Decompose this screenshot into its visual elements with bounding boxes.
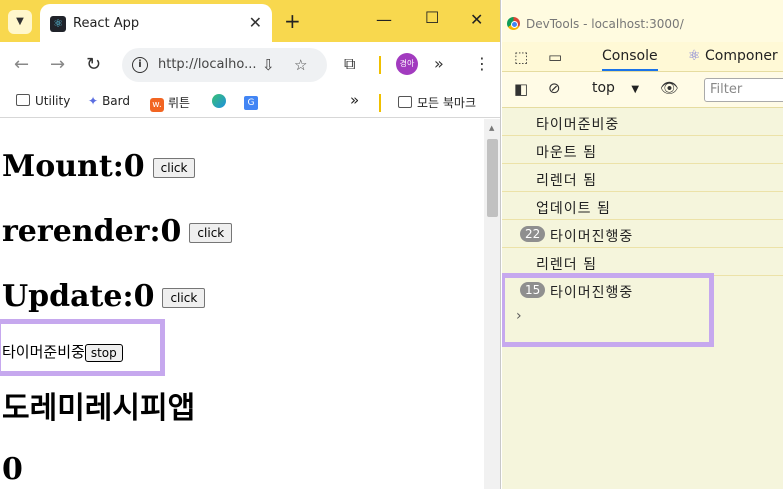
- log-text: 업데이트 됨: [536, 201, 611, 217]
- folder-icon: [398, 96, 412, 108]
- browser-window: ▼ ⚛ React App ✕ + — ☐ ✕ ← → ↻ i http://l…: [0, 0, 501, 489]
- bookmark-label: Utility: [35, 94, 71, 108]
- address-bar[interactable]: i http://localho... ⇩ ☆: [122, 48, 327, 82]
- devtools-window: DevTools - localhost:3000/ ⬚ ▭ Console ⚛…: [502, 0, 783, 489]
- devtools-tab-bar: ⬚ ▭ Console ⚛ Componer: [502, 42, 783, 72]
- translate-icon: G: [244, 96, 258, 110]
- scrollbar-thumb[interactable]: [487, 139, 498, 217]
- edge-icon: [212, 94, 226, 108]
- forward-button[interactable]: →: [50, 54, 65, 75]
- bookmark-all[interactable]: 모든 북마크: [398, 94, 476, 111]
- context-label: top: [592, 80, 615, 96]
- log-message: 업데이트 됨: [502, 192, 783, 220]
- site-info-icon[interactable]: i: [132, 57, 148, 73]
- log-message: 리렌더 됨: [502, 248, 783, 276]
- update-click-button[interactable]: click: [162, 288, 206, 308]
- rerender-heading: rerender:0 click: [2, 214, 233, 249]
- reload-button[interactable]: ↻: [86, 54, 101, 75]
- rerender-counter: rerender:0: [2, 214, 182, 249]
- new-tab-button[interactable]: +: [284, 9, 301, 33]
- bookmark-edge[interactable]: [212, 94, 226, 111]
- react-icon: ⚛: [688, 48, 701, 64]
- profile-avatar[interactable]: 경아: [396, 53, 418, 75]
- chrome-logo-icon: [507, 17, 520, 30]
- bookmarks-divider: [379, 94, 381, 112]
- react-icon: ⚛: [50, 16, 66, 32]
- console-log-list: 타이머준비중 마운트 됨 리렌더 됨 업데이트 됨 22 타이머진행중 리렌더 …: [502, 108, 783, 489]
- scale-heading: 도레미레시피앱: [2, 391, 196, 426]
- log-text: 타이머준비중: [536, 117, 620, 133]
- tab-components[interactable]: ⚛ Componer: [688, 48, 778, 64]
- back-button[interactable]: ←: [14, 54, 29, 75]
- highlight-box: [0, 319, 165, 376]
- log-message: 마운트 됨: [502, 136, 783, 164]
- counter-heading: 0: [2, 452, 23, 487]
- minimize-button[interactable]: —: [376, 10, 392, 29]
- wrtn-icon: w.: [150, 98, 164, 112]
- log-text: 리렌더 됨: [536, 257, 597, 273]
- browser-toolbar: ← → ↻ i http://localho... ⇩ ☆ ⧉ 경아 » ⋮: [0, 42, 500, 88]
- clear-console-icon[interactable]: ⊘: [548, 79, 561, 97]
- page-scrollbar[interactable]: ▲: [484, 119, 500, 489]
- page-content: Mount:0 click rerender:0 click Update:0 cli…: [0, 119, 484, 489]
- log-text: 마운트 됨: [536, 145, 597, 161]
- bookmark-label: 모든 북마크: [417, 96, 477, 110]
- dropdown-arrow-icon: ▼: [631, 84, 640, 95]
- bard-sparkle-icon: ✦: [88, 94, 99, 108]
- sidebar-toggle-icon[interactable]: ◧: [514, 80, 528, 98]
- update-counter: Update:0: [2, 279, 155, 314]
- mount-click-button[interactable]: click: [152, 158, 196, 178]
- tab-search-button[interactable]: ▼: [8, 10, 32, 34]
- folder-icon: [16, 94, 30, 106]
- close-tab-icon[interactable]: ✕: [249, 13, 262, 32]
- log-message: 타이머준비중: [502, 108, 783, 136]
- log-text: 리렌더 됨: [536, 173, 597, 189]
- more-chevron-icon[interactable]: »: [434, 54, 444, 73]
- rerender-click-button[interactable]: click: [189, 223, 233, 243]
- bookmarks-bar: Utility ✦ Bard w. 뤼튼 G » 모든 북마크: [0, 88, 500, 118]
- extensions-icon[interactable]: ⧉: [344, 54, 355, 74]
- devtools-title: DevTools - localhost:3000/: [526, 17, 684, 31]
- toolbar-divider: [379, 56, 381, 74]
- bookmark-star-icon[interactable]: ☆: [294, 56, 307, 74]
- close-window-button[interactable]: ✕: [470, 10, 483, 29]
- url-text: http://localho...: [158, 57, 257, 72]
- log-message: 리렌더 됨: [502, 164, 783, 192]
- bookmark-label: Bard: [102, 94, 130, 108]
- bookmark-wrtn[interactable]: w. 뤼튼: [150, 94, 190, 112]
- update-heading: Update:0 click: [2, 279, 206, 314]
- bookmark-label: 뤼튼: [168, 96, 191, 110]
- bookmark-utility[interactable]: Utility: [16, 94, 70, 108]
- bookmark-bard[interactable]: ✦ Bard: [88, 94, 130, 108]
- live-expression-eye-icon[interactable]: 👁: [660, 79, 679, 97]
- device-toolbar-icon[interactable]: ▭: [548, 48, 562, 66]
- console-toolbar: ◧ ⊘ top ▼ 👁 Filter: [502, 72, 783, 108]
- highlight-box: [502, 273, 714, 347]
- title-bar: ▼ ⚛ React App ✕ + — ☐ ✕: [0, 0, 500, 42]
- tab-console[interactable]: Console: [602, 48, 658, 71]
- install-app-icon[interactable]: ⇩: [262, 56, 275, 74]
- log-text: 타이머진행중: [550, 229, 634, 245]
- scroll-up-icon[interactable]: ▲: [489, 124, 494, 132]
- maximize-button[interactable]: ☐: [425, 8, 439, 27]
- tab-react-app[interactable]: ⚛ React App ✕: [40, 4, 272, 42]
- tab-title: React App: [73, 16, 140, 31]
- mount-counter: Mount:0: [2, 149, 145, 184]
- more-bookmarks-icon[interactable]: »: [350, 91, 359, 109]
- devtools-title-bar: DevTools - localhost:3000/: [502, 0, 783, 42]
- repeat-count-badge: 22: [520, 226, 546, 242]
- bookmark-translate[interactable]: G: [244, 94, 258, 110]
- menu-kebab-icon[interactable]: ⋮: [474, 54, 490, 73]
- tab-components-label: Componer: [705, 48, 778, 64]
- context-select[interactable]: top ▼: [592, 80, 639, 96]
- mount-heading: Mount:0 click: [2, 149, 196, 184]
- inspect-element-icon[interactable]: ⬚: [514, 48, 528, 66]
- log-message: 22 타이머진행중: [502, 220, 783, 248]
- filter-input[interactable]: Filter: [704, 78, 783, 102]
